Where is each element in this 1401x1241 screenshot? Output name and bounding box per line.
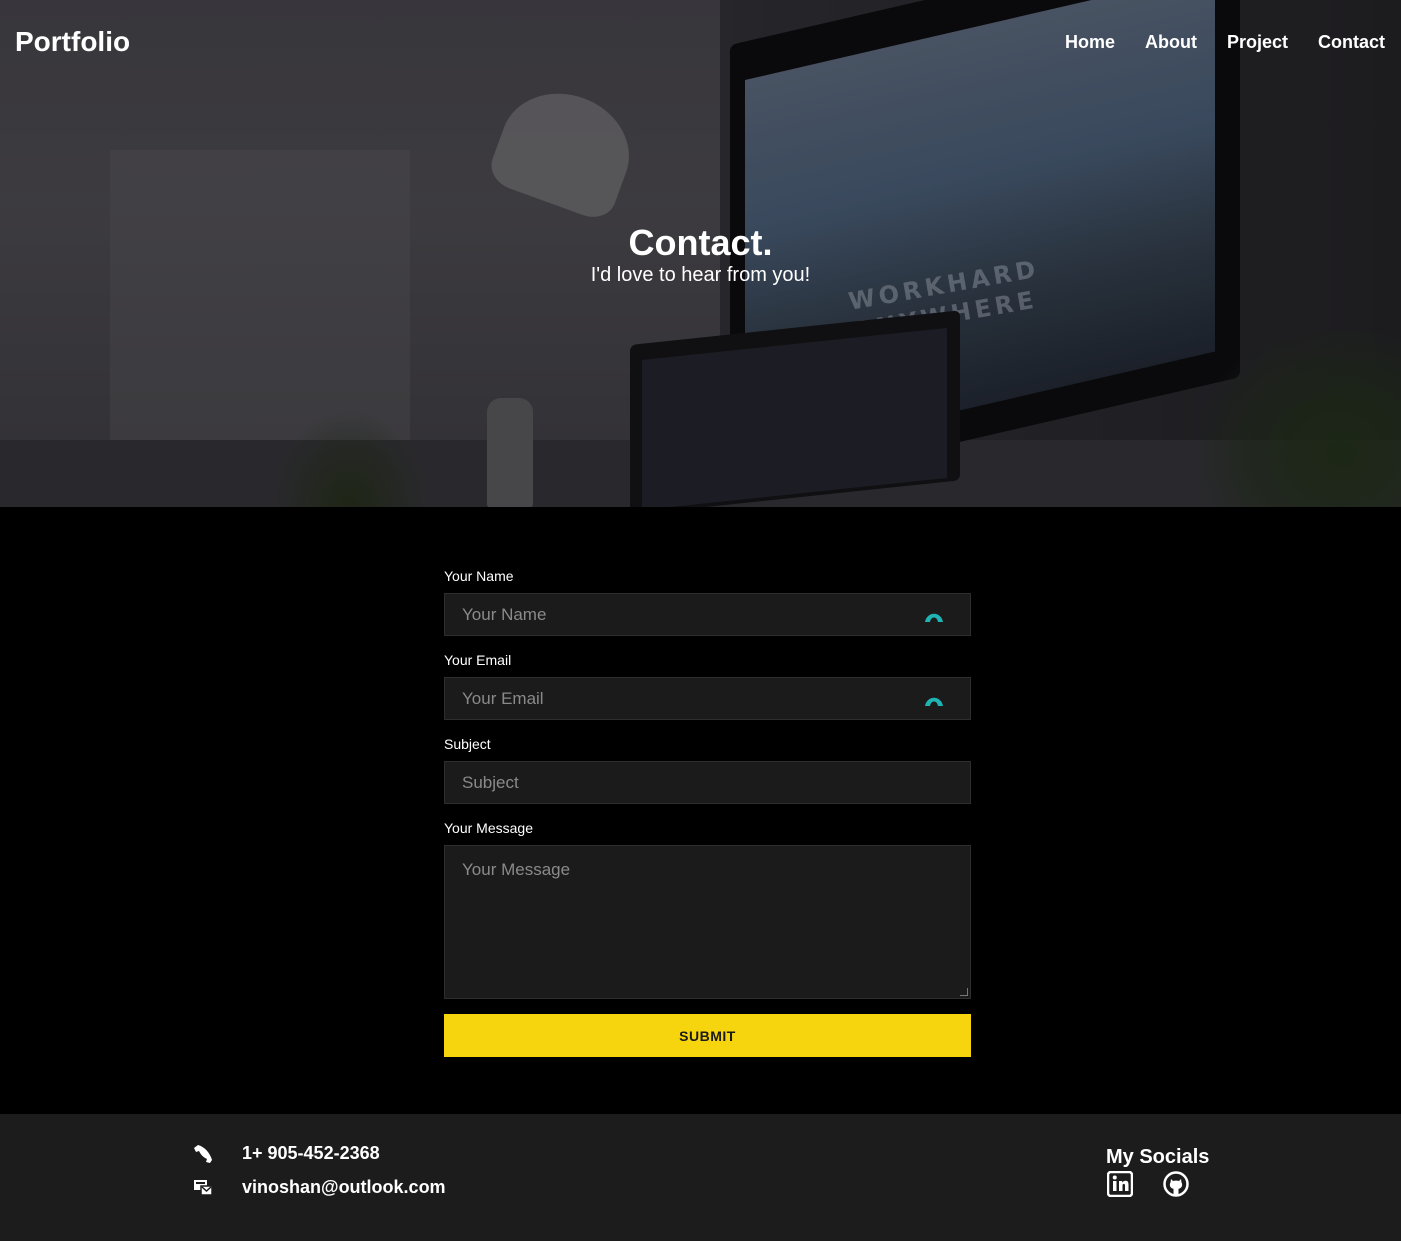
password-manager-icon[interactable] (924, 691, 944, 707)
phone-icon (193, 1144, 215, 1164)
name-input[interactable] (445, 594, 970, 635)
submit-button[interactable]: SUBMIT (444, 1014, 971, 1057)
site-logo[interactable]: Portfolio (15, 26, 130, 58)
message-label: Your Message (444, 820, 533, 836)
email-address[interactable]: vinoshan@outlook.com (242, 1177, 446, 1198)
page-title: Contact. (628, 222, 773, 263)
github-icon[interactable] (1163, 1171, 1189, 1197)
main-nav: Home About Project Contact (1065, 32, 1385, 53)
contact-form: Your Name Your Email Subject Your Messag… (444, 567, 971, 1057)
name-label: Your Name (444, 568, 514, 584)
nav-link-project[interactable]: Project (1227, 32, 1288, 53)
footer-email: vinoshan@outlook.com (193, 1177, 446, 1198)
socials-heading: My Socials (1106, 1146, 1210, 1168)
subject-field-wrapper (444, 761, 971, 804)
nav-link-contact[interactable]: Contact (1318, 32, 1385, 53)
page-subtitle: I'd love to hear from you! (590, 264, 811, 286)
nav-link-about[interactable]: About (1145, 32, 1197, 53)
message-field-wrapper (444, 845, 971, 999)
footer-phone: 1+ 905-452-2368 (193, 1143, 380, 1164)
mail-icon (193, 1178, 215, 1198)
subject-input[interactable] (445, 762, 970, 803)
nav-link-home[interactable]: Home (1065, 32, 1115, 53)
email-input[interactable] (445, 678, 970, 719)
message-textarea[interactable] (445, 846, 970, 998)
phone-number[interactable]: 1+ 905-452-2368 (242, 1143, 380, 1164)
password-manager-icon[interactable] (924, 607, 944, 623)
resize-handle-icon[interactable] (960, 988, 968, 996)
name-field-wrapper (444, 593, 971, 636)
hero-section: WORKHARD ANYWHERE Portfolio Home About P… (0, 0, 1401, 507)
linkedin-icon[interactable] (1106, 1170, 1134, 1198)
subject-label: Subject (444, 736, 491, 752)
social-links (1106, 1170, 1189, 1198)
email-label: Your Email (444, 652, 512, 668)
email-field-wrapper (444, 677, 971, 720)
